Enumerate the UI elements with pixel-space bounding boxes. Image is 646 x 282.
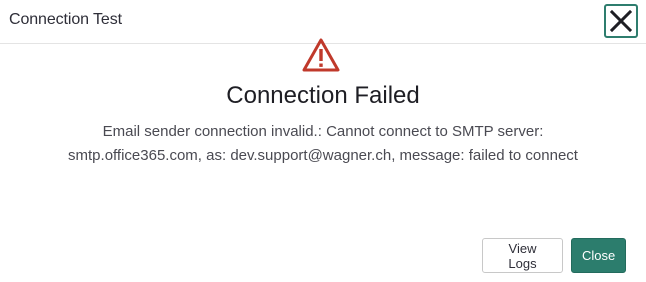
dialog-close-button[interactable] (604, 4, 638, 38)
dialog-title: Connection Test (9, 11, 122, 28)
status-message-line2: smtp.office365.com, as: dev.support@wagn… (68, 147, 578, 164)
status-heading: Connection Failed (226, 82, 420, 109)
status-message: Email sender connection invalid.: Cannot… (0, 120, 646, 168)
close-x-icon (609, 9, 633, 33)
view-logs-button[interactable]: View Logs (482, 238, 563, 273)
close-button[interactable]: Close (571, 238, 626, 273)
connection-test-dialog: Connection Test Connection Failed Email … (0, 0, 646, 282)
status-message-line1: Email sender connection invalid.: Cannot… (102, 123, 544, 140)
warning-triangle-icon (302, 38, 340, 72)
